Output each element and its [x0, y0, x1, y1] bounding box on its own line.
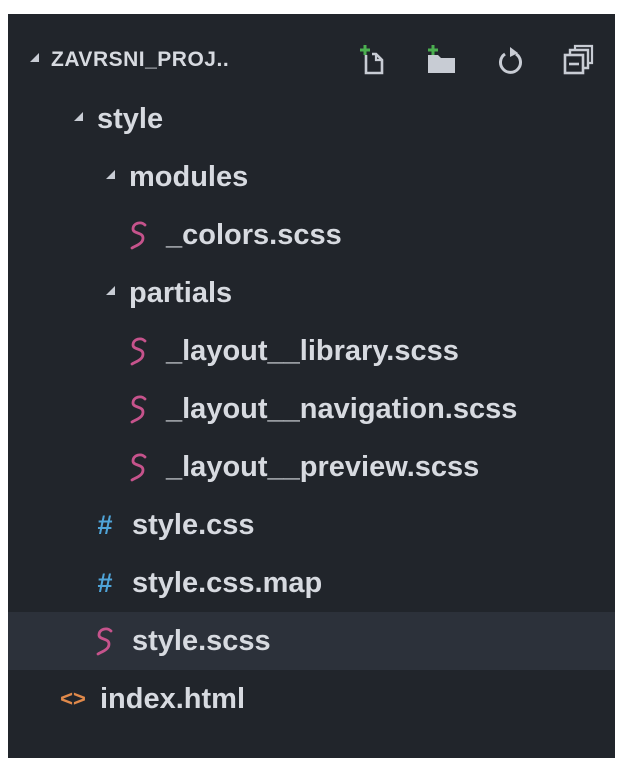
hash-icon: #	[97, 509, 113, 540]
sass-icon	[126, 392, 152, 426]
sass-icon	[126, 218, 152, 252]
tree-item-label: _colors.scss	[166, 218, 342, 251]
tree-file-colors-scss[interactable]: _colors.scss	[8, 206, 615, 264]
twisty-expanded-icon[interactable]	[106, 285, 115, 295]
tree-file-style-css[interactable]: # style.css	[8, 496, 615, 554]
sass-icon	[126, 450, 152, 484]
tree-item-label: _layout__navigation.scss	[166, 392, 518, 425]
explorer-panel: ZAVRSNI_PROJ.. style modules _colors.scs…	[8, 14, 615, 758]
tree-file-layout-navigation[interactable]: _layout__navigation.scss	[8, 380, 615, 438]
tree-folder-style[interactable]: style	[8, 90, 615, 148]
tree-file-style-scss[interactable]: style.scss	[8, 612, 615, 670]
tree-item-label: partials	[129, 276, 233, 309]
html-icon: <>	[60, 686, 86, 711]
tree-item-label: _layout__preview.scss	[166, 450, 480, 483]
tree-file-style-css-map[interactable]: # style.css.map	[8, 554, 615, 612]
twisty-expanded-icon[interactable]	[30, 52, 39, 62]
tree-item-label: style	[97, 102, 164, 135]
sass-icon	[92, 624, 118, 658]
twisty-expanded-icon[interactable]	[74, 111, 83, 121]
refresh-icon[interactable]	[491, 41, 529, 79]
tree-item-label: modules	[129, 160, 249, 193]
project-name: ZAVRSNI_PROJ..	[51, 48, 230, 71]
twisty-expanded-icon[interactable]	[106, 169, 115, 179]
tree-file-index-html[interactable]: <> index.html	[8, 670, 615, 728]
explorer-actions	[355, 30, 597, 90]
tree-item-label: _layout__library.scss	[166, 334, 459, 367]
new-folder-icon[interactable]	[423, 41, 461, 79]
tree-file-layout-preview[interactable]: _layout__preview.scss	[8, 438, 615, 496]
tree-file-layout-library[interactable]: _layout__library.scss	[8, 322, 615, 380]
tree-folder-modules[interactable]: modules	[8, 148, 615, 206]
tree-item-label: style.css	[132, 508, 255, 541]
tree-folder-partials[interactable]: partials	[8, 264, 615, 322]
hash-icon: #	[97, 567, 113, 598]
tree-item-label: index.html	[100, 682, 246, 715]
tree-item-label: style.css.map	[132, 566, 323, 599]
tree-item-label: style.scss	[132, 624, 271, 657]
sass-icon	[126, 334, 152, 368]
explorer-header[interactable]: ZAVRSNI_PROJ..	[8, 30, 615, 90]
collapse-all-icon[interactable]	[559, 41, 597, 79]
new-file-icon[interactable]	[355, 41, 393, 79]
